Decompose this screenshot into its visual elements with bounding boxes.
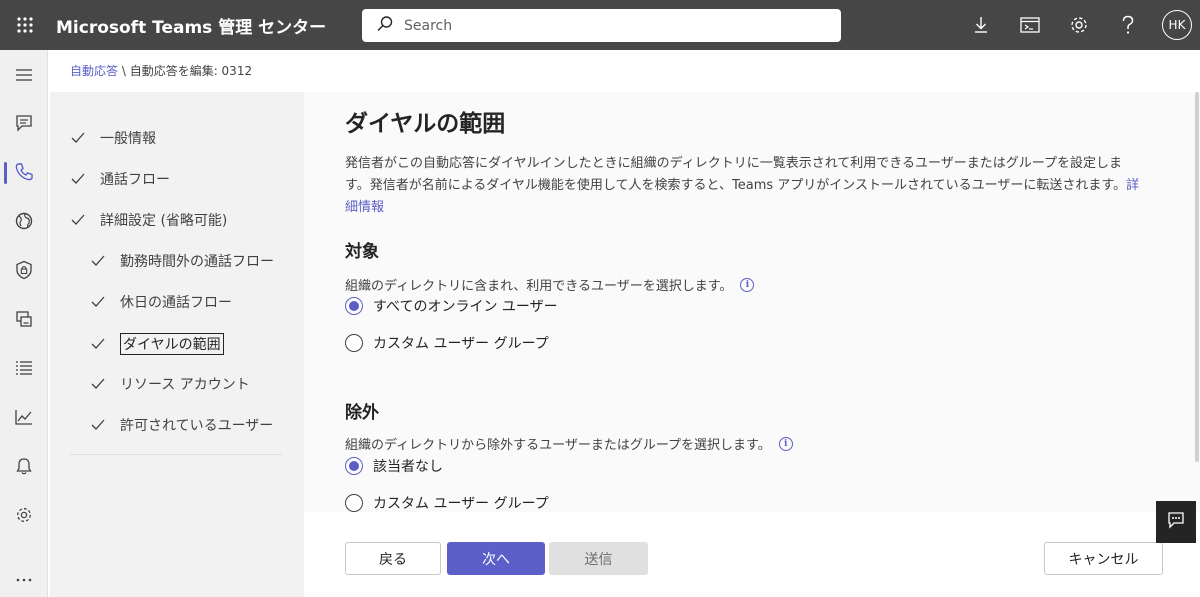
step-label: 詳細設定 (省略可能) bbox=[100, 213, 228, 229]
app-title[interactable]: Microsoft Teams 管理 センター bbox=[56, 13, 326, 38]
checkmark-icon bbox=[90, 294, 106, 310]
phone-icon[interactable] bbox=[0, 152, 48, 192]
info-icon[interactable]: i bbox=[740, 277, 755, 292]
exclude-section-title: 除外 bbox=[345, 403, 379, 423]
steps-divider bbox=[70, 454, 282, 455]
checkmark-icon bbox=[90, 253, 106, 269]
exclude-custom-group-radio[interactable]: カスタム ユーザー グループ bbox=[345, 493, 549, 512]
feedback-icon bbox=[1167, 511, 1185, 533]
back-button[interactable]: 戻る bbox=[345, 542, 441, 575]
wizard-footer: 戻る 次へ 送信 キャンセル bbox=[304, 512, 1200, 597]
step-label: 許可されているユーザー bbox=[120, 418, 274, 434]
step-advanced-settings[interactable]: 詳細設定 (省略可能) bbox=[70, 210, 227, 230]
more-icon[interactable] bbox=[0, 560, 48, 597]
main-content: ダイヤルの範囲 発信者がこの自動応答にダイヤルインしたときに組織のディレクトリに… bbox=[304, 92, 1200, 512]
radio-button[interactable] bbox=[345, 297, 363, 315]
step-resource-accounts[interactable]: リソース アカウント bbox=[90, 374, 250, 394]
devices-icon[interactable] bbox=[0, 299, 48, 339]
exclude-description-text: 組織のディレクトリから除外するユーザーまたはグループを選択します。 bbox=[345, 438, 771, 453]
page-description: 発信者がこの自動応答にダイヤルインしたときに組織のディレクトリに一覧表示されて利… bbox=[345, 153, 1145, 219]
step-general-info[interactable]: 一般情報 bbox=[70, 128, 156, 148]
step-label: ダイヤルの範囲 bbox=[120, 333, 224, 355]
radio-label: すべてのオンライン ユーザー bbox=[373, 299, 558, 315]
step-after-hours-call-flow[interactable]: 勤務時間外の通話フロー bbox=[90, 251, 274, 271]
header-actions: HK bbox=[956, 0, 1200, 50]
powershell-icon[interactable] bbox=[1005, 0, 1054, 50]
top-bar: Microsoft Teams 管理 センター HK bbox=[0, 0, 1200, 50]
scrollbar-thumb[interactable] bbox=[1195, 92, 1199, 462]
step-label: リソース アカウント bbox=[120, 377, 250, 393]
submit-button[interactable]: 送信 bbox=[549, 542, 648, 575]
radio-label: 該当者なし bbox=[373, 459, 443, 475]
shield-icon[interactable] bbox=[0, 250, 48, 290]
app-launcher-icon[interactable] bbox=[0, 0, 50, 50]
checkmark-icon bbox=[90, 417, 106, 433]
step-label: 勤務時間外の通話フロー bbox=[120, 254, 274, 270]
exclude-none-radio[interactable]: 該当者なし bbox=[345, 456, 443, 476]
search-box[interactable] bbox=[362, 9, 841, 42]
checkmark-icon bbox=[70, 171, 86, 187]
include-section-description: 組織のディレクトリに含まれ、利用できるユーザーを選択します。 i bbox=[345, 275, 755, 294]
radio-label: カスタム ユーザー グループ bbox=[373, 336, 549, 352]
feedback-button[interactable] bbox=[1156, 501, 1196, 543]
download-icon[interactable] bbox=[956, 0, 1005, 50]
include-custom-group-radio[interactable]: カスタム ユーザー グループ bbox=[345, 333, 549, 353]
wizard-steps-panel: 一般情報 通話フロー 詳細設定 (省略可能) 勤務時間外の通話フロー 休日の通話… bbox=[50, 92, 304, 597]
globe-icon[interactable] bbox=[0, 201, 48, 241]
breadcrumb-parent-link[interactable]: 自動応答 bbox=[70, 64, 118, 78]
description-text: 発信者がこの自動応答にダイヤルインしたときに組織のディレクトリに一覧表示されて利… bbox=[345, 156, 1127, 193]
checkmark-icon bbox=[70, 212, 86, 228]
breadcrumb-current: 自動応答を編集: 0312 bbox=[129, 64, 253, 78]
step-label: 一般情報 bbox=[100, 131, 156, 147]
hamburger-icon[interactable] bbox=[0, 55, 48, 95]
radio-button[interactable] bbox=[345, 334, 363, 352]
bell-icon[interactable] bbox=[0, 446, 48, 486]
analytics-icon[interactable] bbox=[0, 397, 48, 437]
settings-gear-icon[interactable] bbox=[1054, 0, 1103, 50]
include-all-online-users-radio[interactable]: すべてのオンライン ユーザー bbox=[345, 296, 558, 316]
list-icon[interactable] bbox=[0, 348, 48, 388]
radio-button[interactable] bbox=[345, 457, 363, 475]
user-avatar[interactable]: HK bbox=[1162, 10, 1192, 40]
include-section-title: 対象 bbox=[345, 242, 379, 262]
radio-label: カスタム ユーザー グループ bbox=[373, 496, 549, 512]
main-scrollbar[interactable] bbox=[1194, 92, 1200, 512]
search-input[interactable] bbox=[404, 17, 824, 34]
breadcrumb: 自動応答 \ 自動応答を編集: 0312 bbox=[70, 62, 252, 79]
cancel-button[interactable]: キャンセル bbox=[1044, 542, 1163, 575]
next-button[interactable]: 次へ bbox=[447, 542, 545, 575]
checkmark-icon bbox=[70, 130, 86, 146]
search-icon bbox=[376, 15, 394, 37]
chat-icon[interactable] bbox=[0, 103, 48, 143]
exclude-section-description: 組織のディレクトリから除外するユーザーまたはグループを選択します。 i bbox=[345, 434, 793, 453]
step-call-flow[interactable]: 通話フロー bbox=[70, 169, 170, 189]
step-label: 休日の通話フロー bbox=[120, 295, 232, 311]
step-dial-scope[interactable]: ダイヤルの範囲 bbox=[90, 333, 224, 355]
checkmark-icon bbox=[90, 376, 106, 392]
radio-button[interactable] bbox=[345, 494, 363, 512]
left-nav-rail bbox=[0, 50, 48, 597]
settings-icon[interactable] bbox=[0, 495, 48, 535]
page-title: ダイヤルの範囲 bbox=[345, 111, 506, 137]
step-authorized-users[interactable]: 許可されているユーザー bbox=[90, 415, 273, 435]
info-icon[interactable]: i bbox=[778, 436, 793, 451]
help-icon[interactable] bbox=[1103, 0, 1152, 50]
include-description-text: 組織のディレクトリに含まれ、利用できるユーザーを選択します。 bbox=[345, 279, 733, 294]
checkmark-icon bbox=[90, 336, 106, 352]
step-holiday-call-flow[interactable]: 休日の通話フロー bbox=[90, 292, 232, 312]
breadcrumb-separator: \ bbox=[118, 64, 130, 78]
step-label: 通話フロー bbox=[100, 172, 170, 188]
